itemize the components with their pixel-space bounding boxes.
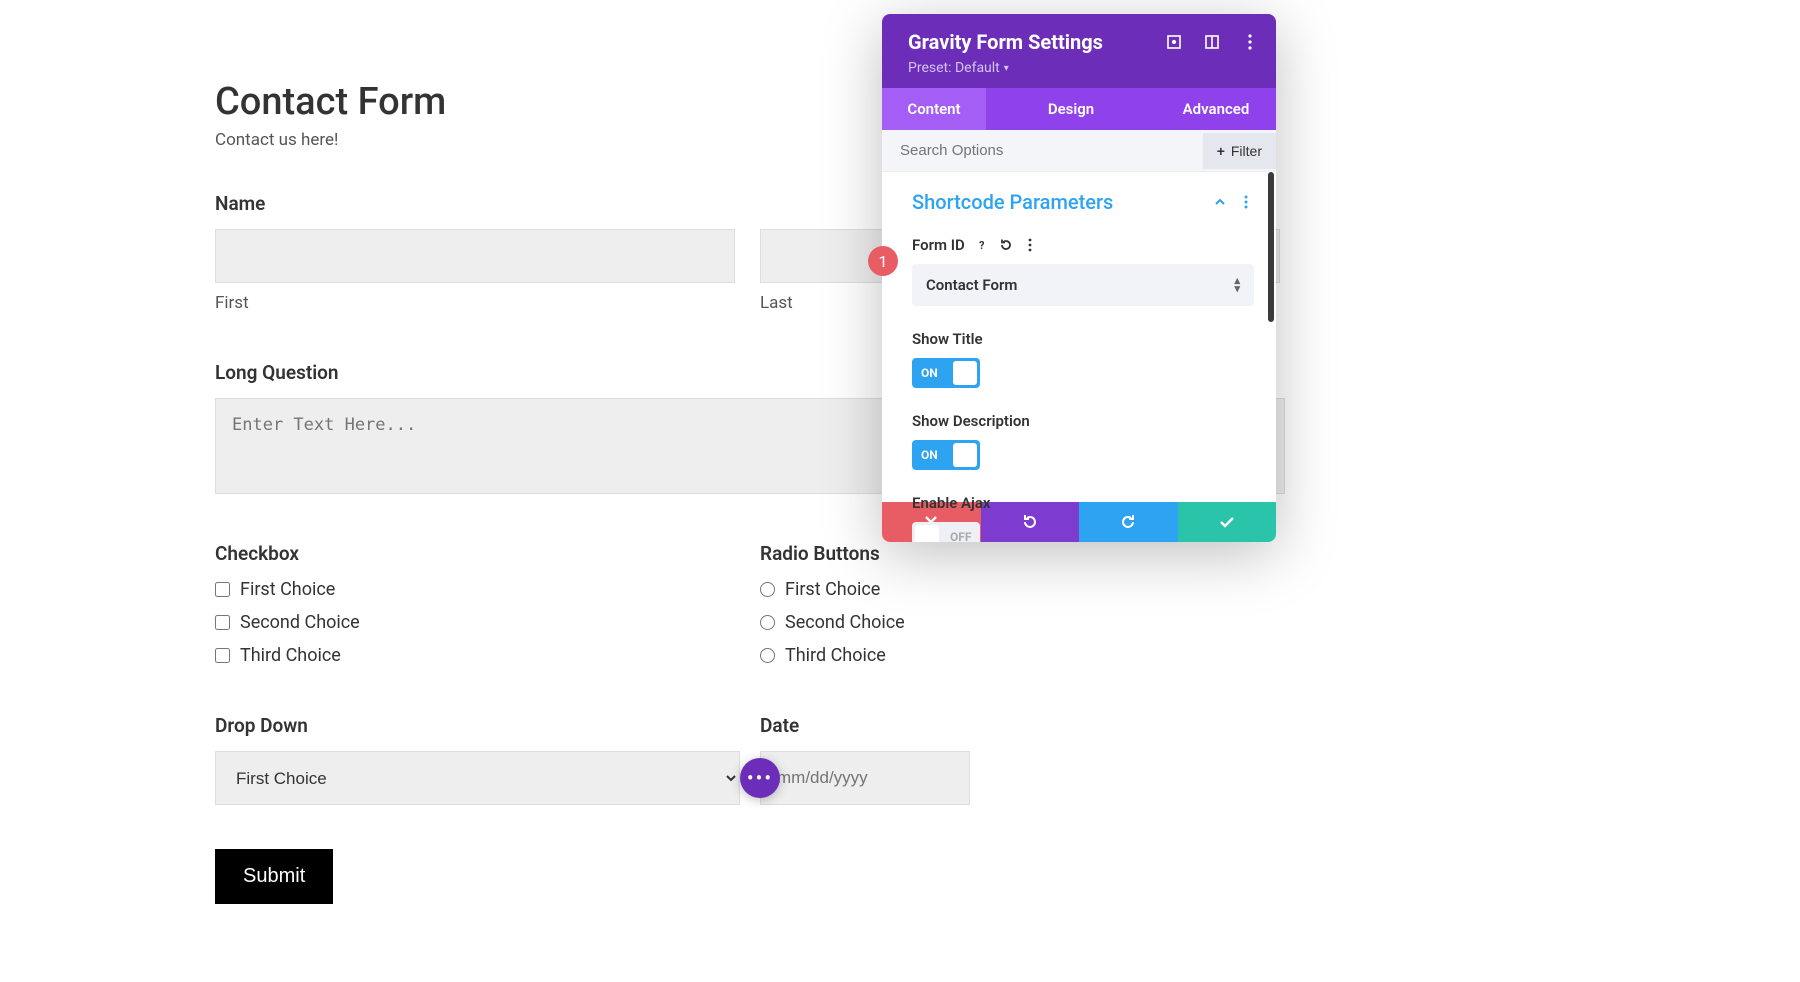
radio-choice-1[interactable]: First Choice bbox=[760, 579, 1285, 600]
panel-header: Gravity Form Settings Preset: Default ▾ bbox=[882, 14, 1276, 88]
panel-body: Shortcode Parameters Form ID ? Contact F… bbox=[882, 172, 1276, 502]
date-label: Date bbox=[760, 714, 1285, 737]
panel-preset[interactable]: Preset: Default ▾ bbox=[908, 60, 1256, 76]
panel-tabs: Content Design Advanced bbox=[882, 88, 1276, 130]
checkbox-choice-2[interactable]: Second Choice bbox=[215, 612, 740, 633]
tab-design[interactable]: Design bbox=[986, 88, 1156, 130]
form-id-select[interactable]: Contact Form ▴▾ bbox=[912, 264, 1254, 306]
checkbox-choice-1[interactable]: First Choice bbox=[215, 579, 740, 600]
callout-badge: 1 bbox=[868, 246, 898, 276]
checkbox-input-3[interactable] bbox=[215, 648, 230, 663]
reset-icon[interactable] bbox=[999, 238, 1013, 252]
show-title-label: Show Title bbox=[912, 330, 1254, 348]
dropdown-select[interactable]: First Choice bbox=[215, 751, 740, 805]
dropdown-label: Drop Down bbox=[215, 714, 740, 737]
tab-advanced[interactable]: Advanced bbox=[1156, 88, 1276, 130]
svg-text:?: ? bbox=[979, 239, 985, 252]
show-description-toggle[interactable]: ON bbox=[912, 440, 980, 470]
show-description-label: Show Description bbox=[912, 412, 1254, 430]
checkbox-input-1[interactable] bbox=[215, 582, 230, 597]
section-kebab-icon[interactable] bbox=[1238, 194, 1254, 210]
first-name-sublabel: First bbox=[215, 293, 740, 313]
help-icon[interactable]: ? bbox=[975, 238, 989, 252]
date-input[interactable] bbox=[760, 751, 970, 805]
show-title-toggle[interactable]: ON bbox=[912, 358, 980, 388]
checkbox-choice-3[interactable]: Third Choice bbox=[215, 645, 740, 666]
plus-icon: + bbox=[1217, 143, 1225, 159]
field-kebab-icon[interactable] bbox=[1023, 238, 1037, 252]
collapse-icon[interactable] bbox=[1212, 194, 1228, 210]
options-row: + Filter bbox=[882, 130, 1276, 172]
radio-choice-2[interactable]: Second Choice bbox=[760, 612, 1285, 633]
radio-input-3[interactable] bbox=[760, 648, 775, 663]
settings-panel: Gravity Form Settings Preset: Default ▾ … bbox=[882, 14, 1276, 542]
scrollbar[interactable] bbox=[1268, 172, 1274, 322]
expand-icon[interactable] bbox=[1166, 34, 1182, 50]
radio-label: Radio Buttons bbox=[760, 542, 1285, 565]
select-arrows-icon: ▴▾ bbox=[1234, 277, 1240, 293]
enable-ajax-toggle[interactable]: OFF bbox=[912, 522, 980, 542]
checkbox-input-2[interactable] bbox=[215, 615, 230, 630]
caret-down-icon: ▾ bbox=[1004, 63, 1009, 74]
tab-content[interactable]: Content bbox=[882, 88, 986, 130]
search-options-input[interactable] bbox=[882, 130, 1203, 171]
radio-input-2[interactable] bbox=[760, 615, 775, 630]
section-title: Shortcode Parameters bbox=[912, 190, 1113, 214]
drag-handle-icon[interactable] bbox=[1204, 34, 1220, 50]
floating-actions-button[interactable]: ••• bbox=[740, 758, 780, 798]
submit-button[interactable]: Submit bbox=[215, 849, 333, 904]
checkbox-label: Checkbox bbox=[215, 542, 740, 565]
radio-choice-3[interactable]: Third Choice bbox=[760, 645, 1285, 666]
form-id-label: Form ID bbox=[912, 236, 965, 254]
first-name-input[interactable] bbox=[215, 229, 735, 283]
ellipsis-icon: ••• bbox=[747, 766, 773, 790]
filter-button[interactable]: + Filter bbox=[1203, 133, 1276, 169]
kebab-menu-icon[interactable] bbox=[1242, 34, 1258, 50]
enable-ajax-label: Enable Ajax bbox=[912, 494, 1254, 512]
radio-input-1[interactable] bbox=[760, 582, 775, 597]
